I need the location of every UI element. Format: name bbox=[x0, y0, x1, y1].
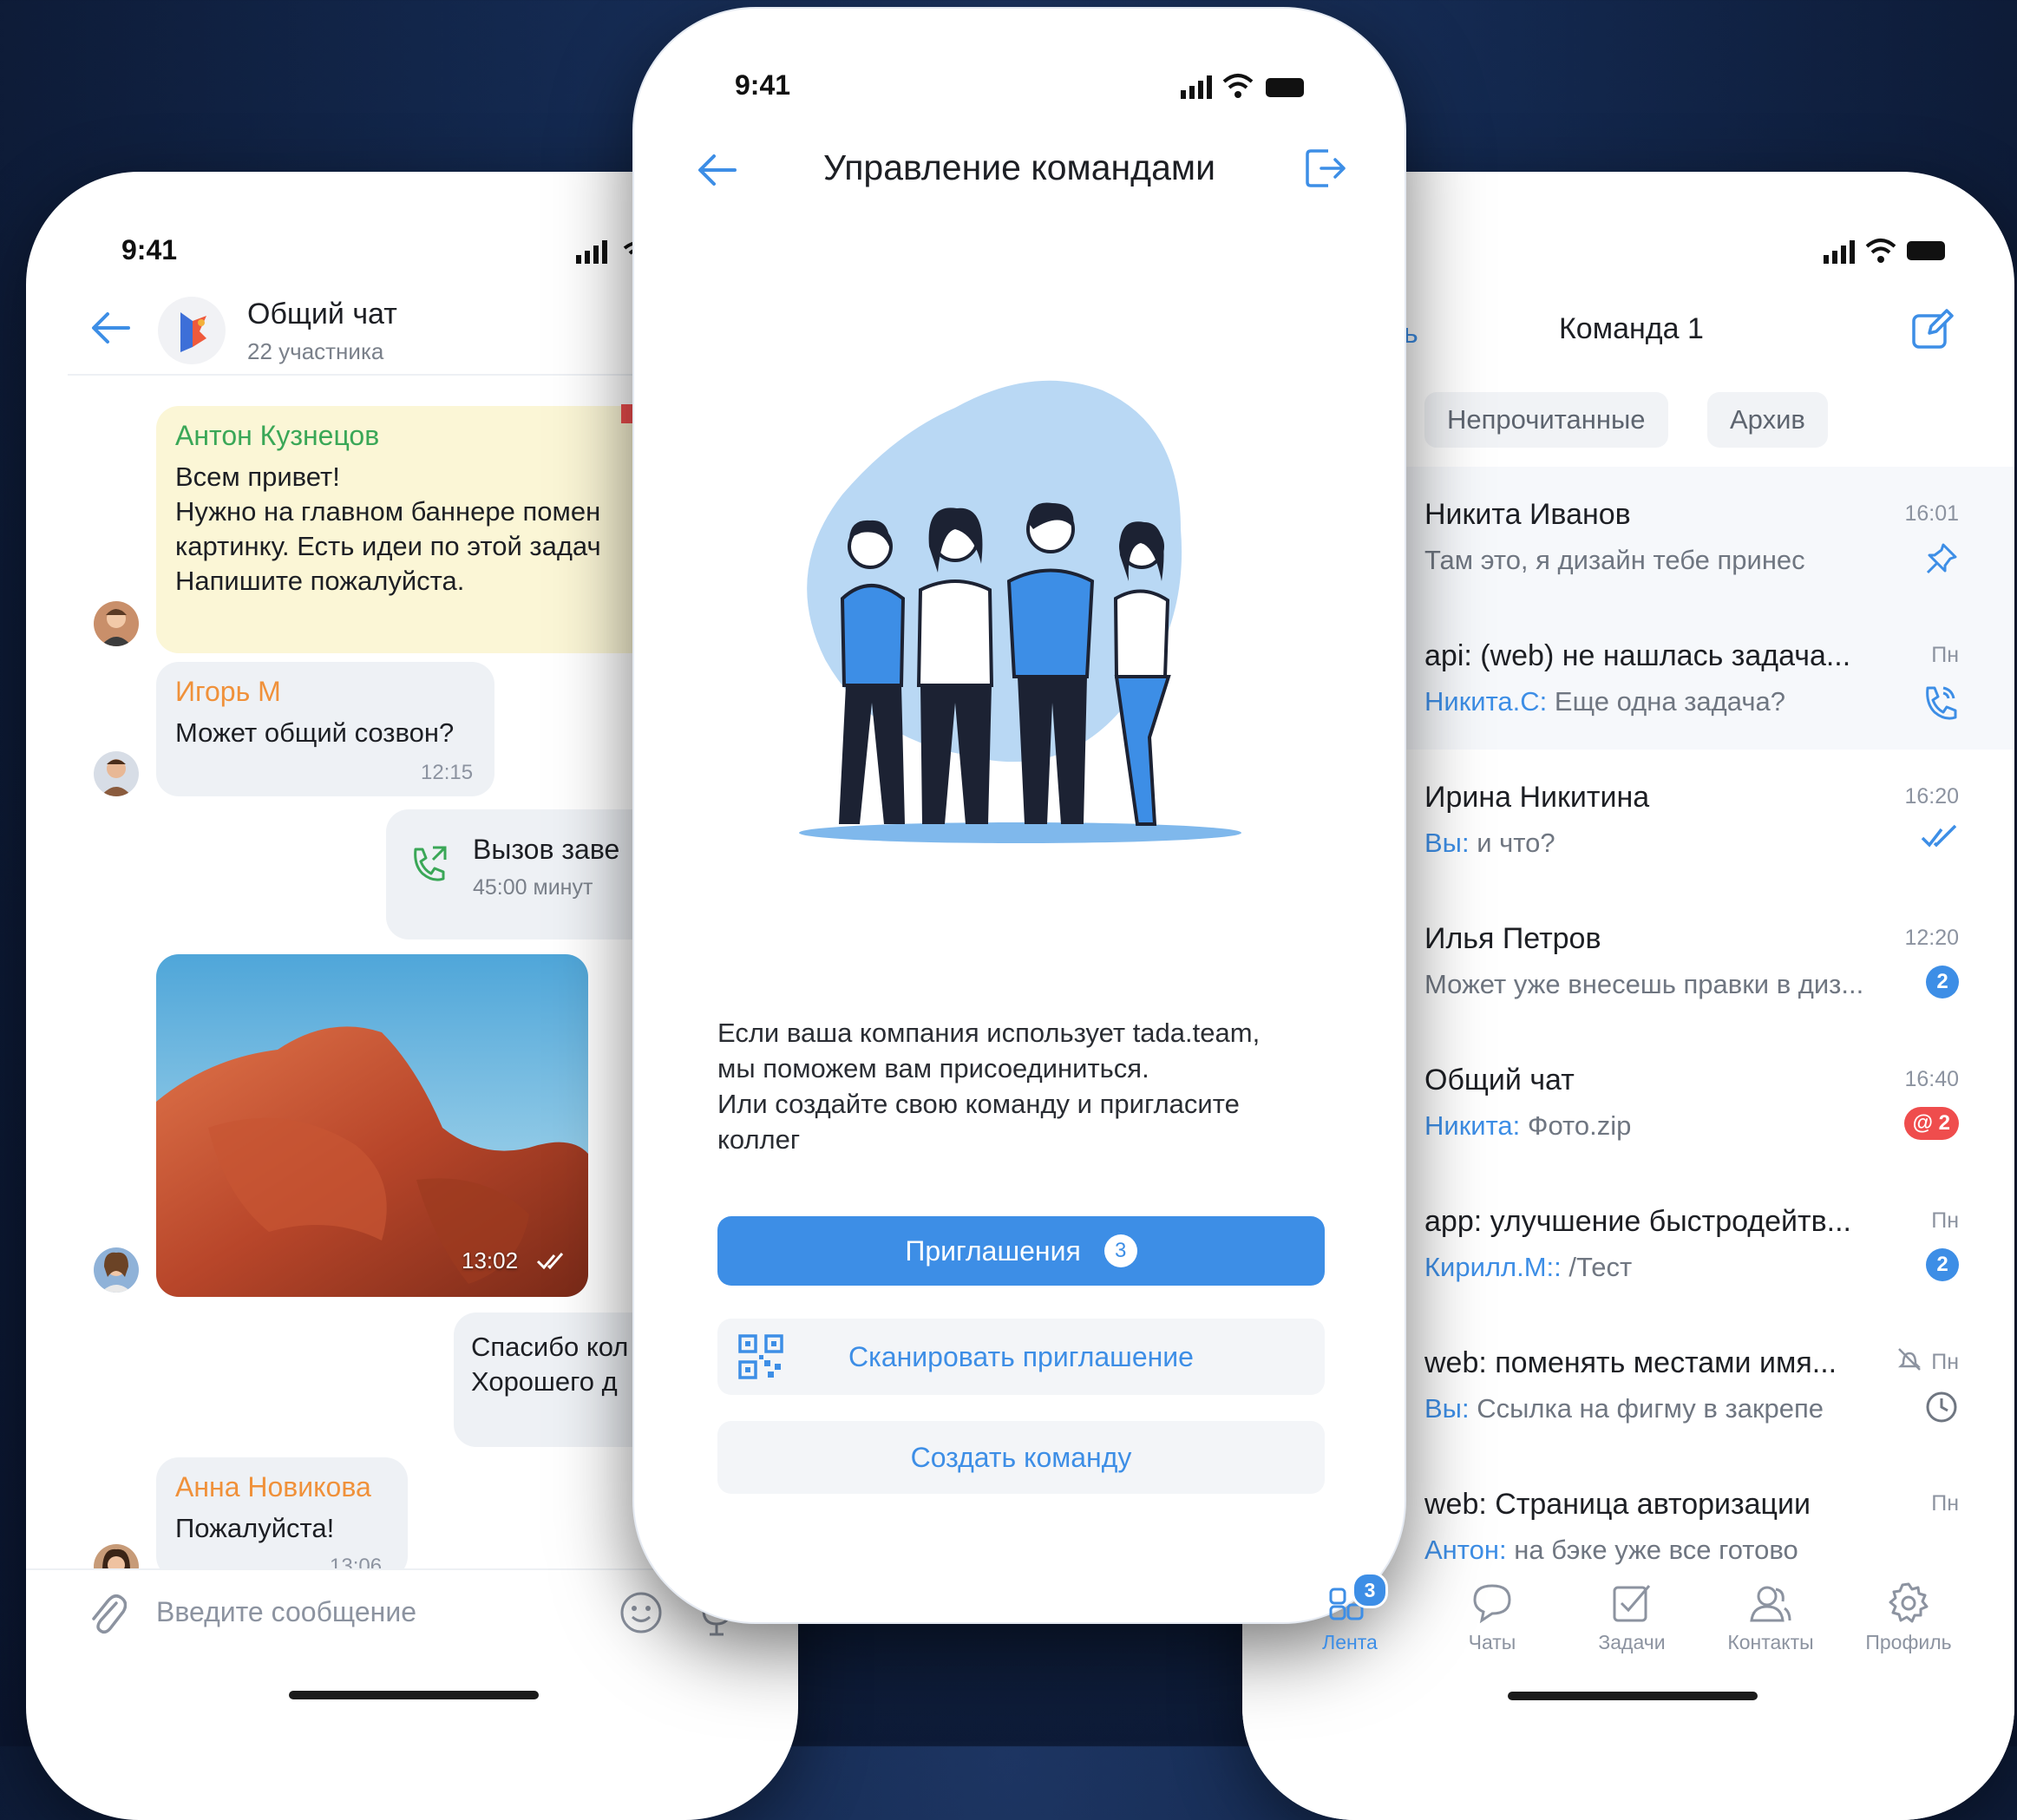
clock-icon bbox=[1926, 1391, 1957, 1423]
avatar[interactable] bbox=[94, 1247, 139, 1293]
flag-icon bbox=[621, 404, 633, 423]
call-duration: 45:00 минут bbox=[473, 875, 593, 900]
call-title: Вызов заве bbox=[473, 834, 620, 865]
chat-name: web: поменять местами имя... bbox=[1424, 1346, 1837, 1379]
team-illustration bbox=[799, 380, 1241, 843]
message-time: 12:15 bbox=[421, 761, 474, 784]
attach-icon[interactable] bbox=[87, 1591, 127, 1634]
message-sender: Игорь М bbox=[175, 676, 281, 707]
team-management-phone: 9:41 Управление командами Если ваша комп… bbox=[634, 9, 1405, 1622]
wifi-icon bbox=[1865, 239, 1896, 263]
chat-avatar[interactable] bbox=[158, 297, 226, 364]
chat-preview: Вы: и что? bbox=[1424, 828, 1555, 858]
chat-preview: Может уже внесешь правки в диз... bbox=[1424, 969, 1864, 999]
home-indicator bbox=[1508, 1692, 1758, 1700]
back-arrow-icon[interactable] bbox=[90, 311, 130, 345]
double-check-icon bbox=[1921, 824, 1957, 848]
status-time: 9:41 bbox=[735, 69, 791, 101]
avatar[interactable] bbox=[94, 751, 139, 796]
chat-name: Илья Петров bbox=[1424, 922, 1601, 955]
status-time: 9:41 bbox=[121, 234, 178, 265]
message-text: Может общий созвон? bbox=[175, 717, 455, 748]
chat-name: app: улучшение быстродейтв... bbox=[1424, 1205, 1852, 1238]
team-title: Команда 1 bbox=[1559, 312, 1704, 345]
tab-feed[interactable]: Лента bbox=[1285, 1581, 1415, 1654]
phone-icon bbox=[1926, 686, 1957, 720]
battery-icon bbox=[1266, 78, 1304, 97]
unread-badge: 2 bbox=[1926, 966, 1959, 998]
chat-preview: Вы: Ссылка на фигму в закрепе bbox=[1424, 1393, 1824, 1424]
message-text: Пожалуйста! bbox=[175, 1513, 335, 1543]
page-title: Управление командами bbox=[823, 147, 1215, 187]
app-logo-icon bbox=[180, 312, 206, 352]
image-time: 13:02 bbox=[462, 1247, 519, 1273]
feed-badge: 3 bbox=[1352, 1572, 1388, 1608]
message-bubble[interactable]: Игорь М Может общий созвон? 12:15 bbox=[156, 662, 494, 796]
chat-title: Общий чат bbox=[247, 298, 397, 331]
chat-preview: Антон: на бэке уже все готово bbox=[1424, 1535, 1798, 1565]
filter-archive[interactable]: Архив bbox=[1707, 392, 1828, 448]
tasks-icon bbox=[1613, 1585, 1651, 1622]
image-message[interactable]: 13:02 bbox=[156, 954, 588, 1297]
message-bubble[interactable]: Анна Новикова Пожалуйста! 13:06 bbox=[156, 1457, 408, 1579]
message-input[interactable]: Введите сообщение bbox=[156, 1596, 416, 1628]
description-text: Если ваша компания использует tada.team,… bbox=[717, 1018, 1261, 1155]
create-team-button[interactable]: Создать команду bbox=[717, 1421, 1325, 1494]
chat-preview: Никита: Фото.zip bbox=[1424, 1110, 1632, 1141]
muted-icon bbox=[1897, 1348, 1922, 1371]
chats-icon bbox=[1473, 1584, 1511, 1624]
chat-name: api: (web) не нашлась задача... bbox=[1424, 639, 1851, 672]
message-text: Спасибо кол Хорошего д bbox=[471, 1332, 629, 1397]
chat-time: 16:01 bbox=[1904, 501, 1959, 526]
chat-name: Общий чат bbox=[1424, 1064, 1575, 1097]
mention-badge: @ 2 bbox=[1903, 1107, 1959, 1140]
battery-icon bbox=[1907, 241, 1945, 260]
message-sender: Антон Кузнецов bbox=[175, 420, 380, 451]
emoji-icon[interactable] bbox=[619, 1590, 664, 1635]
gear-icon bbox=[1889, 1582, 1929, 1623]
signal-icon bbox=[576, 240, 607, 264]
signal-icon bbox=[1181, 75, 1212, 99]
qr-code-icon bbox=[738, 1334, 783, 1379]
chat-time: 16:40 bbox=[1904, 1067, 1959, 1091]
chat-preview: Никита.С: Еще одна задача? bbox=[1424, 686, 1785, 717]
tab-profile[interactable]: Профиль bbox=[1843, 1581, 1974, 1654]
unread-badge: 2 bbox=[1926, 1248, 1959, 1281]
phone-outgoing-icon bbox=[414, 846, 447, 881]
chat-time: Пн bbox=[1931, 1350, 1959, 1374]
contacts-icon bbox=[1750, 1586, 1791, 1622]
chat-name: Никита Иванов bbox=[1424, 498, 1631, 531]
chat-time: Пн bbox=[1931, 1208, 1959, 1233]
chat-subtitle: 22 участника bbox=[247, 338, 384, 364]
chat-name: Ирина Никитина bbox=[1424, 781, 1650, 814]
compose-icon[interactable] bbox=[1910, 307, 1954, 350]
signal-icon bbox=[1824, 240, 1855, 264]
tab-contacts[interactable]: Контакты bbox=[1706, 1581, 1836, 1654]
chat-name: web: Страница авторизации bbox=[1424, 1488, 1811, 1521]
double-check-icon bbox=[536, 1253, 564, 1270]
filter-unread[interactable]: Непрочитанные bbox=[1424, 392, 1668, 448]
chat-preview: Там это, я дизайн тебе принес bbox=[1424, 545, 1805, 575]
chat-preview: Кирилл.М:: /Тест bbox=[1424, 1252, 1633, 1282]
invitations-count-badge: 3 bbox=[1103, 1234, 1137, 1267]
chat-time: Пн bbox=[1931, 643, 1959, 667]
avatar[interactable] bbox=[94, 601, 139, 646]
home-indicator bbox=[289, 1691, 539, 1699]
chat-time: 12:20 bbox=[1904, 926, 1959, 950]
scan-invitation-button[interactable]: Сканировать приглашение bbox=[717, 1319, 1325, 1395]
tab-tasks[interactable]: Задачи bbox=[1567, 1581, 1697, 1654]
pin-icon bbox=[1926, 543, 1957, 574]
tab-chats[interactable]: Чаты bbox=[1427, 1581, 1557, 1654]
back-label[interactable]: ь bbox=[1404, 318, 1418, 350]
wifi-icon bbox=[1222, 74, 1254, 98]
chat-time: Пн bbox=[1931, 1491, 1959, 1516]
canyon-photo bbox=[156, 954, 588, 1297]
invitations-button[interactable]: Приглашения 3 bbox=[717, 1216, 1325, 1286]
logout-icon[interactable] bbox=[1302, 146, 1347, 191]
message-sender: Анна Новикова bbox=[175, 1471, 371, 1502]
chat-time: 16:20 bbox=[1904, 784, 1959, 809]
